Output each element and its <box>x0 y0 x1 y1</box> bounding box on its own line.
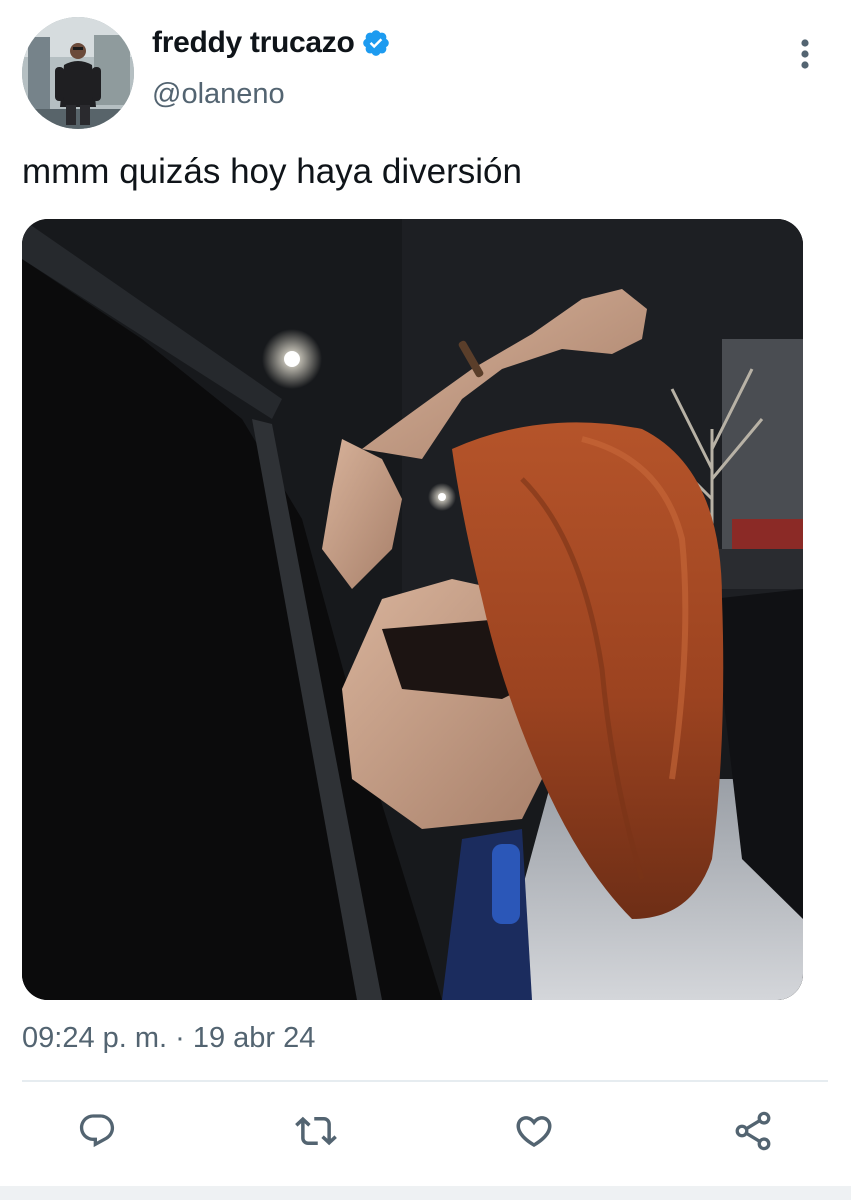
retweet-button[interactable] <box>286 1100 346 1166</box>
reply-icon <box>77 1111 117 1156</box>
reply-button[interactable] <box>67 1100 127 1166</box>
tweet-text: mmm quizás hoy haya diversión <box>22 152 522 191</box>
more-options-icon[interactable] <box>788 36 822 72</box>
retweet-icon <box>295 1110 337 1157</box>
tweet-photo[interactable] <box>22 219 803 1000</box>
tweet-card: freddy trucazo @olaneno mmm quizás hoy h… <box>0 0 851 1200</box>
display-name[interactable]: freddy trucazo <box>152 26 391 60</box>
like-icon <box>513 1110 555 1157</box>
avatar[interactable] <box>22 17 134 129</box>
like-button[interactable] <box>504 1100 564 1166</box>
user-handle[interactable]: @olaneno <box>152 78 285 111</box>
divider <box>22 1080 828 1082</box>
display-name-text: freddy trucazo <box>152 26 355 59</box>
action-bar <box>22 1100 828 1166</box>
bottom-divider <box>0 1186 851 1200</box>
tweet-timestamp[interactable]: 09:24 p. m. · 19 abr 24 <box>22 1022 315 1055</box>
share-button[interactable] <box>723 1100 783 1166</box>
share-icon <box>731 1109 775 1158</box>
verified-badge-icon <box>361 28 391 58</box>
